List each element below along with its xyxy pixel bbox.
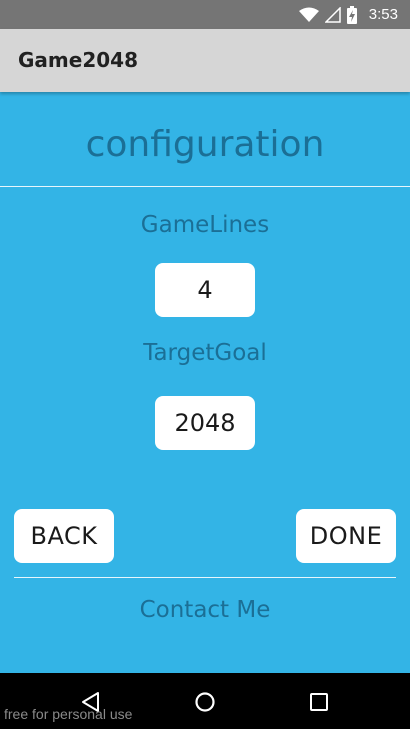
watermark: free for personal use xyxy=(4,706,133,722)
battery-charging-icon xyxy=(346,5,357,24)
status-icons: 3:53 xyxy=(298,0,398,29)
app-bar: Game2048 xyxy=(0,29,410,92)
done-button[interactable]: DONE xyxy=(296,509,396,563)
game-lines-label: GameLines xyxy=(140,212,270,238)
back-button[interactable]: BACK xyxy=(14,509,114,563)
title-divider xyxy=(0,186,410,187)
game-lines-field[interactable]: 4 xyxy=(155,263,255,317)
status-bar: 3:53 xyxy=(0,0,410,29)
page-title: configuration xyxy=(85,124,325,165)
target-goal-field[interactable]: 2048 xyxy=(155,396,255,450)
status-time: 3:53 xyxy=(368,6,398,23)
contact-me-link[interactable]: Contact Me xyxy=(0,597,410,623)
footer-divider xyxy=(14,577,396,578)
target-goal-label: TargetGoal xyxy=(143,340,267,366)
app-screen: 3:53 Game2048 configuration GameLines 4 … xyxy=(0,0,410,729)
signal-icon xyxy=(324,6,341,23)
app-title: Game2048 xyxy=(18,48,138,72)
home-icon[interactable] xyxy=(193,690,217,714)
wifi-icon xyxy=(298,7,319,22)
recents-icon[interactable] xyxy=(307,690,331,714)
